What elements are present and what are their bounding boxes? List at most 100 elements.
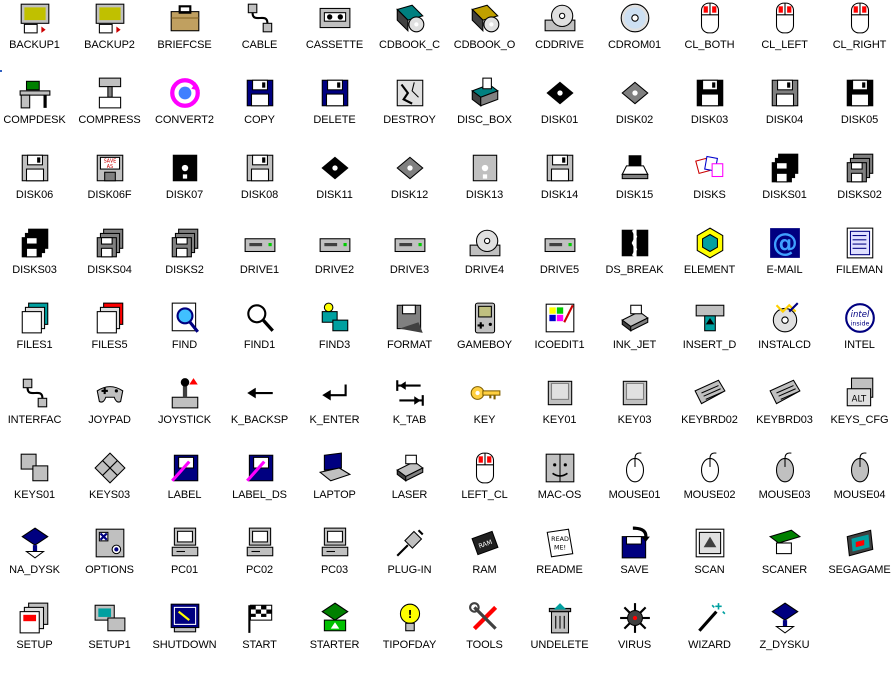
icon-item-k-backsp[interactable]: K_BACKSP bbox=[222, 375, 297, 450]
icon-item-cable[interactable]: CABLE bbox=[222, 0, 297, 75]
icon-item-drive5[interactable]: DRIVE5 bbox=[522, 225, 597, 300]
icon-item-mouse01[interactable]: MOUSE01 bbox=[597, 450, 672, 525]
icon-item-laser[interactable]: LASER bbox=[372, 450, 447, 525]
icon-item-label-ds[interactable]: LABEL_DS bbox=[222, 450, 297, 525]
icon-item-keybrd03[interactable]: KEYBRD03 bbox=[747, 375, 822, 450]
icon-item-files5[interactable]: FILES5 bbox=[72, 300, 147, 375]
icon-item-label[interactable]: LABEL bbox=[147, 450, 222, 525]
icon-item-readme[interactable]: READ ME! README bbox=[522, 525, 597, 600]
icon-item-mouse02[interactable]: MOUSE02 bbox=[672, 450, 747, 525]
icon-item-mouse03[interactable]: MOUSE03 bbox=[747, 450, 822, 525]
icon-item-compdesk[interactable]: COMPDESK bbox=[0, 75, 72, 150]
icon-item-pc01[interactable]: PC01 bbox=[147, 525, 222, 600]
icon-item-keys-cfg[interactable]: ALT KEYS_CFG bbox=[822, 375, 894, 450]
icon-item-fileman[interactable]: FILEMAN bbox=[822, 225, 894, 300]
icon-item-format[interactable]: FORMAT bbox=[372, 300, 447, 375]
icon-item-joystick[interactable]: JOYSTICK bbox=[147, 375, 222, 450]
icon-item-virus[interactable]: VIRUS bbox=[597, 600, 672, 675]
icon-item-disk03[interactable]: DISK03 bbox=[672, 75, 747, 150]
icon-item-destroy[interactable]: DESTROY bbox=[372, 75, 447, 150]
icon-item-setup1[interactable]: SETUP1 bbox=[72, 600, 147, 675]
icon-item-k-enter[interactable]: K_ENTER bbox=[297, 375, 372, 450]
icon-item-tipofday[interactable]: ! TIPOFDAY bbox=[372, 600, 447, 675]
icon-item-na-dysk[interactable]: NA_DYSK bbox=[0, 525, 72, 600]
icon-item-files1[interactable]: FILES1 bbox=[0, 300, 72, 375]
icon-item-disks04[interactable]: DISKS04 bbox=[72, 225, 147, 300]
icon-item-key[interactable]: KEY bbox=[447, 375, 522, 450]
icon-item-intel[interactable]: intel inside INTEL bbox=[822, 300, 894, 375]
icon-item-cdbook-o[interactable]: CDBOOK_O bbox=[447, 0, 522, 75]
icon-item-find1[interactable]: FIND1 bbox=[222, 300, 297, 375]
icon-item-segagame[interactable]: SEGAGAME bbox=[822, 525, 894, 600]
icon-item-keys01[interactable]: KEYS01 bbox=[0, 450, 72, 525]
icon-item-disks02[interactable]: DISKS02 bbox=[822, 150, 894, 225]
icon-item-drive4[interactable]: DRIVE4 bbox=[447, 225, 522, 300]
icon-item-ram[interactable]: RAM RAM bbox=[447, 525, 522, 600]
icon-item-scan[interactable]: SCAN bbox=[672, 525, 747, 600]
icon-item-drive2[interactable]: DRIVE2 bbox=[297, 225, 372, 300]
icon-item-ds-break[interactable]: DS_BREAK bbox=[597, 225, 672, 300]
icon-item-disks03[interactable]: DISKS03 bbox=[0, 225, 72, 300]
icon-item-disk01[interactable]: DISK01 bbox=[522, 75, 597, 150]
icon-item-disk04[interactable]: DISK04 bbox=[747, 75, 822, 150]
icon-item-icoedit1[interactable]: ICOEDIT1 bbox=[522, 300, 597, 375]
icon-item-left-cl[interactable]: LEFT_CL bbox=[447, 450, 522, 525]
icon-item-drive3[interactable]: DRIVE3 bbox=[372, 225, 447, 300]
icon-item-cl-both[interactable]: CL_BOTH bbox=[672, 0, 747, 75]
icon-item-setup[interactable]: SETUP bbox=[0, 600, 72, 675]
icon-item-plug-in[interactable]: PLUG-IN bbox=[372, 525, 447, 600]
icon-item-gameboy[interactable]: GAMEBOY bbox=[447, 300, 522, 375]
icon-item-delete[interactable]: DELETE bbox=[297, 75, 372, 150]
icon-item-disks01[interactable]: DISKS01 bbox=[747, 150, 822, 225]
icon-item-pc03[interactable]: PC03 bbox=[297, 525, 372, 600]
icon-item-instalcd[interactable]: INSTALCD bbox=[747, 300, 822, 375]
icon-item-e-mail[interactable]: @ E-MAIL bbox=[747, 225, 822, 300]
icon-item-keybrd02[interactable]: KEYBRD02 bbox=[672, 375, 747, 450]
icon-item-disk07[interactable]: DISK07 bbox=[147, 150, 222, 225]
icon-item-save[interactable]: SAVE bbox=[597, 525, 672, 600]
icon-item-disks[interactable]: DISKS bbox=[672, 150, 747, 225]
icon-item-disk15[interactable]: DISK15 bbox=[597, 150, 672, 225]
icon-item-disk12[interactable]: DISK12 bbox=[372, 150, 447, 225]
icon-item-disk02[interactable]: DISK02 bbox=[597, 75, 672, 150]
icon-item-convert2[interactable]: CONVERT2 bbox=[147, 75, 222, 150]
icon-item-cl-right[interactable]: CL_RIGHT bbox=[822, 0, 894, 75]
icon-item-starter[interactable]: STARTER bbox=[297, 600, 372, 675]
icon-item-key01[interactable]: KEY01 bbox=[522, 375, 597, 450]
icon-item-insert-d[interactable]: INSERT_D bbox=[672, 300, 747, 375]
icon-item-tools[interactable]: TOOLS bbox=[447, 600, 522, 675]
icon-item-disk08[interactable]: DISK08 bbox=[222, 150, 297, 225]
icon-item-disks2[interactable]: DISKS2 bbox=[147, 225, 222, 300]
icon-item-drive1[interactable]: DRIVE1 bbox=[222, 225, 297, 300]
icon-item-backup2[interactable]: BACKUP2 bbox=[72, 0, 147, 75]
icon-item-key03[interactable]: KEY03 bbox=[597, 375, 672, 450]
icon-item-cdrom01[interactable]: CDROM01 bbox=[597, 0, 672, 75]
icon-item-find3[interactable]: FIND3 bbox=[297, 300, 372, 375]
icon-item-disk11[interactable]: DISK11 bbox=[297, 150, 372, 225]
icon-item-cddrive[interactable]: CDDRIVE bbox=[522, 0, 597, 75]
icon-item-shutdown[interactable]: SHUTDOWN bbox=[147, 600, 222, 675]
icon-item-ink-jet[interactable]: INK_JET bbox=[597, 300, 672, 375]
icon-item-disk13[interactable]: DISK13 bbox=[447, 150, 522, 225]
icon-item-cassette[interactable]: CASSETTE bbox=[297, 0, 372, 75]
icon-item-mouse04[interactable]: MOUSE04 bbox=[822, 450, 894, 525]
icon-item-copy[interactable]: COPY bbox=[222, 75, 297, 150]
icon-item-start[interactable]: START bbox=[222, 600, 297, 675]
icon-item-briefcse[interactable]: BRIEFCSE bbox=[147, 0, 222, 75]
icon-item-k-tab[interactable]: K_TAB bbox=[372, 375, 447, 450]
icon-item-compress[interactable]: COMPRESS bbox=[72, 75, 147, 150]
icon-item-disc-box[interactable]: DISC_BOX bbox=[447, 75, 522, 150]
icon-item-element[interactable]: ELEMENT bbox=[672, 225, 747, 300]
icon-item-keys03[interactable]: KEYS03 bbox=[72, 450, 147, 525]
icon-item-options[interactable]: OPTIONS bbox=[72, 525, 147, 600]
icon-item-undelete[interactable]: UNDELETE bbox=[522, 600, 597, 675]
icon-item-joypad[interactable]: JOYPAD bbox=[72, 375, 147, 450]
icon-item-disk14[interactable]: DISK14 bbox=[522, 150, 597, 225]
icon-item-backup1[interactable]: BACKUP1 bbox=[0, 0, 72, 75]
icon-item-cl-left[interactable]: CL_LEFT bbox=[747, 0, 822, 75]
icon-item-cdbook-c[interactable]: CDBOOK_C bbox=[372, 0, 447, 75]
icon-item-wizard[interactable]: WIZARD bbox=[672, 600, 747, 675]
icon-item-laptop[interactable]: LAPTOP bbox=[297, 450, 372, 525]
icon-item-find[interactable]: FIND bbox=[147, 300, 222, 375]
icon-item-z-dysku[interactable]: Z_DYSKU bbox=[747, 600, 822, 675]
